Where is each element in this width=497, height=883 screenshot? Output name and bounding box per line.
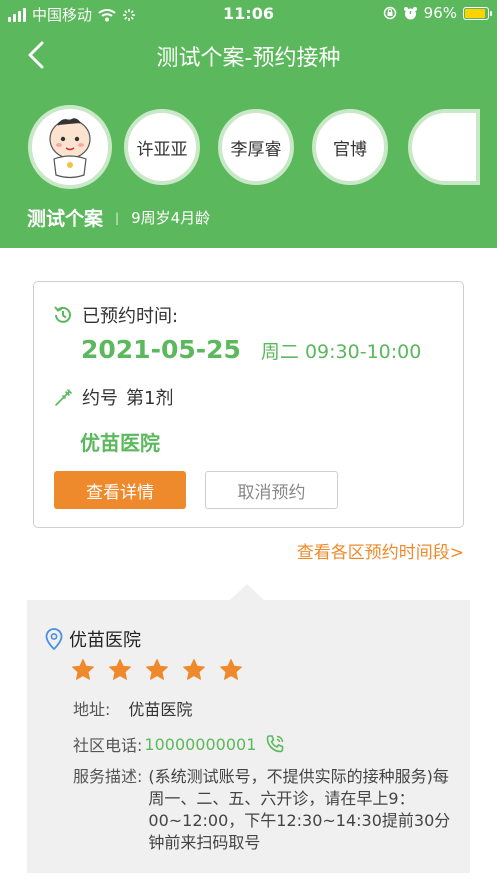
dose-value: 第1剂	[126, 388, 174, 409]
battery-icon	[463, 6, 492, 20]
nav-bar: 测试个案-预约接种	[0, 30, 497, 80]
separator: |	[115, 210, 120, 225]
phone-icon[interactable]	[264, 733, 286, 755]
rotation-lock-icon	[383, 6, 396, 20]
star-icon	[109, 659, 131, 680]
alarm-icon	[403, 6, 417, 19]
profile-item[interactable]: 许亚亚	[124, 109, 200, 185]
address-label: 地址:	[73, 700, 111, 719]
star-icon	[146, 659, 168, 680]
appointment-timeslot: 周二 09:30-10:00	[260, 341, 422, 363]
service-description: (系统测试账号，不提供实际的接种服务)每周一、二、五、六开诊，请在早上9：00~…	[148, 767, 451, 852]
view-details-button[interactable]: 查看详情	[54, 471, 186, 509]
child-avatar[interactable]	[28, 105, 112, 189]
rating-stars	[71, 658, 243, 682]
header: 中国移动 11:06 96% 测试个案-预约接种 许亚亚 李厚睿 官博 测试个案…	[0, 0, 497, 248]
address-value: 优苗医院	[128, 700, 193, 719]
child-info: 测试个案 | 9周岁4月龄	[27, 204, 210, 231]
baby-icon	[49, 118, 91, 179]
profile-item[interactable]: 官博	[312, 109, 388, 185]
appointment-card: 已预约时间: 2021-05-25 周二 09:30-10:00 约号 第1剂 …	[33, 281, 464, 528]
history-icon	[54, 306, 71, 323]
star-icon	[72, 659, 94, 680]
dose-label: 约号	[82, 388, 118, 409]
service-label: 服务描述:	[73, 767, 143, 786]
syringe-icon	[55, 389, 72, 406]
profile-switcher: 许亚亚 李厚睿 官博	[0, 105, 497, 189]
appointment-date: 2021-05-25	[81, 335, 241, 364]
appointment-time-label: 已预约时间:	[82, 306, 179, 327]
status-bar: 中国移动 11:06 96%	[0, 0, 497, 28]
profile-name: 李厚睿	[230, 139, 282, 160]
star-icon	[183, 659, 205, 680]
battery-percent: 96%	[423, 4, 457, 22]
location-pin-icon	[45, 628, 63, 650]
cancel-appointment-button[interactable]: 取消预约	[205, 471, 338, 509]
plus-circle-icon[interactable]	[429, 126, 471, 168]
star-icon	[220, 659, 242, 680]
profile-item[interactable]: 李厚睿	[218, 109, 294, 185]
panel-pointer	[230, 584, 264, 600]
child-age: 9周岁4月龄	[131, 209, 211, 227]
appointment-hospital: 优苗医院	[80, 431, 160, 455]
profile-name: 许亚亚	[136, 139, 188, 160]
phone-label: 社区电话:	[73, 736, 143, 755]
child-name: 测试个案	[27, 208, 104, 230]
phone-value[interactable]: 10000000001	[144, 735, 256, 754]
hospital-info-panel: 优苗医院 地址: 优苗医院 社区电话: 10000000001 服务描述: (系…	[27, 600, 470, 873]
page-title: 测试个案-预约接种	[156, 46, 341, 71]
district-periods-link[interactable]: 查看各区预约时间段>	[297, 538, 464, 563]
profile-name: 官博	[333, 139, 367, 160]
hospital-name: 优苗医院	[69, 630, 141, 651]
